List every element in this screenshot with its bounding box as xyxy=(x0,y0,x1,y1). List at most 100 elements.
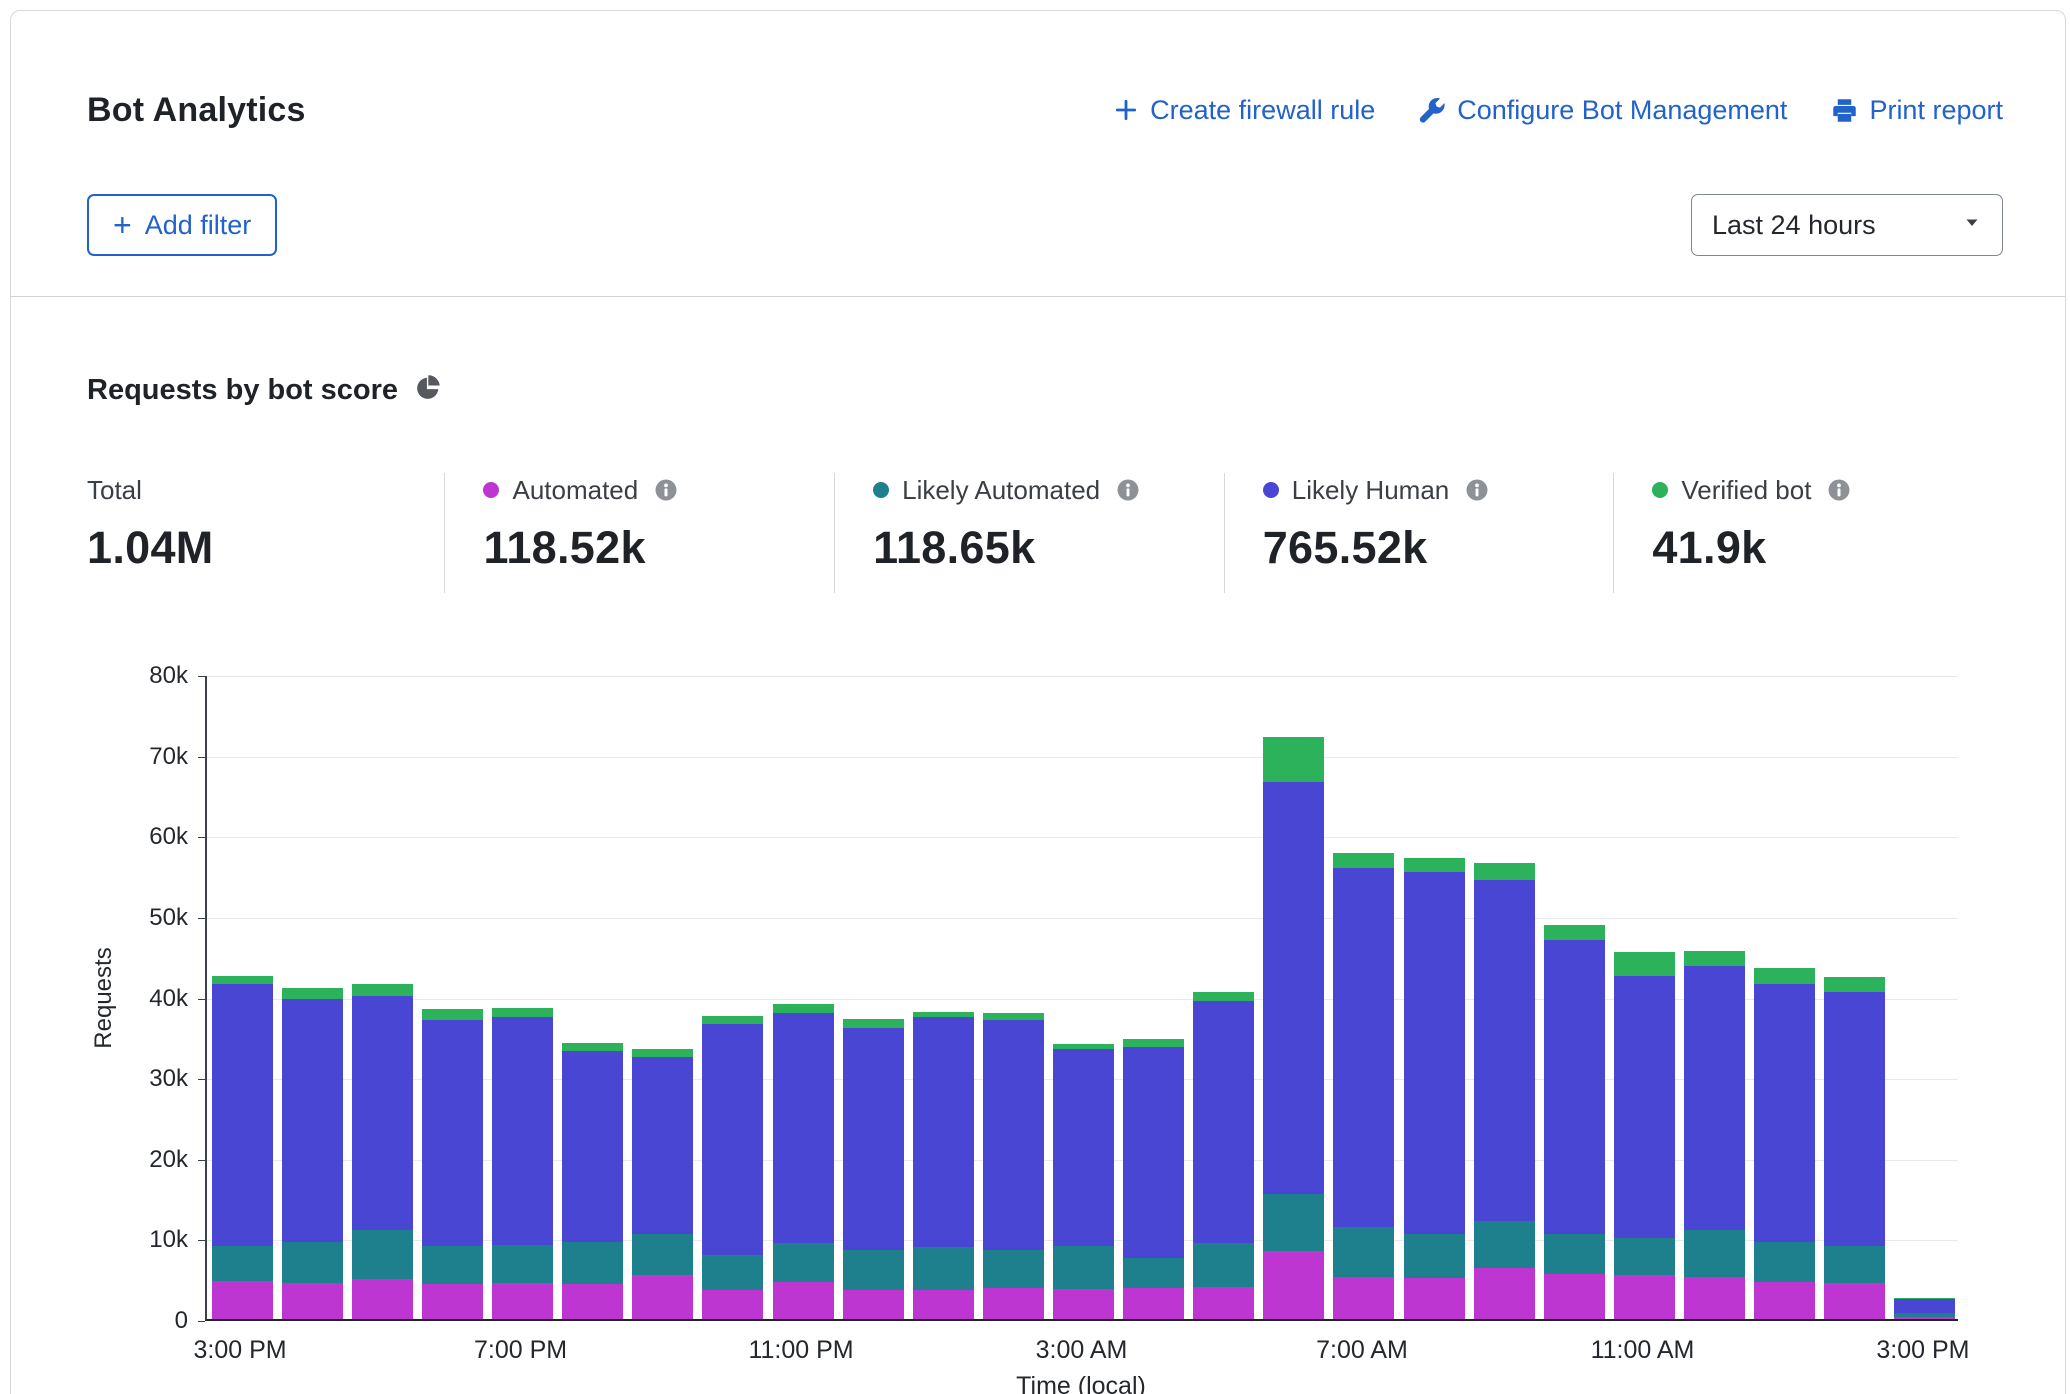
bar-segment-automated xyxy=(1894,1317,1955,1319)
info-icon[interactable] xyxy=(1116,478,1140,502)
bar-segment-likely-automated xyxy=(1614,1238,1675,1276)
bar-segment-verified-bot xyxy=(352,984,413,996)
bar-segment-likely-human xyxy=(492,1017,553,1244)
y-axis-tick-label: 0 xyxy=(96,1309,188,1333)
y-axis-tick xyxy=(198,757,205,758)
bar-segment-likely-automated xyxy=(1053,1246,1114,1289)
bar-segment-verified-bot xyxy=(1404,858,1465,873)
bot-analytics-card: Bot Analytics Create firewall rule Confi… xyxy=(10,10,2066,1394)
bar-segment-verified-bot xyxy=(1123,1039,1184,1047)
bar-segment-automated xyxy=(913,1290,974,1319)
page-title: Bot Analytics xyxy=(87,89,306,131)
y-axis-tick-label: 30k xyxy=(96,1067,188,1091)
bar-segment-automated xyxy=(983,1288,1044,1319)
y-axis-tick-label: 70k xyxy=(96,745,188,769)
likely-automated-legend-dot xyxy=(873,482,889,498)
bar-segment-verified-bot xyxy=(1053,1044,1114,1049)
bar-segment-likely-human xyxy=(702,1024,763,1255)
bar-segment-likely-human xyxy=(1404,872,1465,1234)
bar-segment-automated xyxy=(1053,1289,1114,1319)
requests-by-bot-score-section: Requests by bot score Total 1.04M Automa… xyxy=(11,371,2065,1394)
bar-segment-likely-human xyxy=(1894,1299,1955,1314)
gridline xyxy=(207,676,1958,677)
stat-likely-automated-value: 118.65k xyxy=(873,522,1224,574)
x-axis-tick-label: 3:00 PM xyxy=(193,1336,286,1364)
bar-segment-automated xyxy=(1754,1282,1815,1319)
plus-icon: + xyxy=(113,210,132,240)
y-axis-tick xyxy=(198,837,205,838)
stat-total-value: 1.04M xyxy=(87,522,444,574)
verified-bot-legend-dot xyxy=(1652,482,1668,498)
automated-legend-dot xyxy=(483,482,499,498)
bar-segment-automated xyxy=(1263,1251,1324,1319)
bar-segment-likely-automated xyxy=(1474,1221,1535,1268)
bar-segment-verified-bot xyxy=(1614,952,1675,976)
bar-segment-likely-automated xyxy=(422,1246,483,1285)
x-axis-tick-label: 11:00 PM xyxy=(748,1336,853,1364)
card-header: Bot Analytics Create firewall rule Confi… xyxy=(11,11,2065,297)
add-filter-button[interactable]: + Add filter xyxy=(87,194,277,256)
bar-segment-automated xyxy=(422,1284,483,1319)
y-axis-tick-label: 60k xyxy=(96,825,188,849)
bar-segment-verified-bot xyxy=(1474,863,1535,879)
stat-likely-automated-label: Likely Automated xyxy=(902,475,1100,505)
bar-segment-likely-automated xyxy=(562,1242,623,1283)
stat-total-label: Total xyxy=(87,475,142,505)
bar-segment-automated xyxy=(1123,1288,1184,1319)
bar-segment-automated xyxy=(282,1283,343,1319)
bar-segment-likely-human xyxy=(843,1028,904,1251)
print-report-link[interactable]: Print report xyxy=(1831,95,2003,126)
requests-chart: Requests Time (local) 010k20k30k40k50k60… xyxy=(87,676,2003,1394)
configure-bot-management-link[interactable]: Configure Bot Management xyxy=(1419,95,1787,126)
bar-segment-verified-bot xyxy=(1684,951,1745,966)
y-axis-tick xyxy=(198,1160,205,1161)
stats-row: Total 1.04M Automated 118.52k Likely Aut… xyxy=(87,473,2003,593)
bar-segment-verified-bot xyxy=(282,988,343,999)
time-range-dropdown[interactable]: Last 24 hours xyxy=(1691,194,2003,256)
bar-segment-verified-bot xyxy=(212,976,273,984)
x-axis-tick-label: 7:00 PM xyxy=(474,1336,567,1364)
bar-segment-likely-human xyxy=(1053,1049,1114,1247)
section-title: Requests by bot score xyxy=(87,371,398,409)
bar-segment-verified-bot xyxy=(1754,968,1815,984)
bar-segment-likely-automated xyxy=(1544,1234,1605,1274)
info-icon[interactable] xyxy=(654,478,678,502)
bar-segment-verified-bot xyxy=(1824,977,1885,992)
bar-segment-automated xyxy=(632,1275,693,1319)
bar-segment-verified-bot xyxy=(422,1009,483,1020)
bar-segment-automated xyxy=(702,1290,763,1319)
bar-segment-verified-bot xyxy=(702,1016,763,1024)
bar-segment-likely-human xyxy=(983,1020,1044,1250)
bar-segment-likely-human xyxy=(422,1020,483,1246)
create-firewall-rule-link[interactable]: Create firewall rule xyxy=(1113,95,1375,126)
bar-segment-likely-automated xyxy=(1824,1246,1885,1283)
bar-segment-likely-automated xyxy=(913,1247,974,1290)
bar-segment-likely-human xyxy=(1544,940,1605,1233)
bar-segment-likely-automated xyxy=(1263,1194,1324,1251)
bar-segment-likely-automated xyxy=(773,1243,834,1282)
bar-segment-automated xyxy=(1333,1277,1394,1319)
printer-icon xyxy=(1831,97,1858,124)
bar-segment-automated xyxy=(352,1279,413,1319)
bar-segment-likely-human xyxy=(212,984,273,1245)
header-actions: Create firewall rule Configure Bot Manag… xyxy=(1113,95,2003,126)
x-axis-title: Time (local) xyxy=(1016,1372,1146,1394)
info-icon[interactable] xyxy=(1827,478,1851,502)
add-filter-label: Add filter xyxy=(145,210,252,241)
gridline xyxy=(207,757,1958,758)
bar-segment-likely-human xyxy=(773,1013,834,1244)
bar-segment-verified-bot xyxy=(562,1043,623,1051)
bar-segment-likely-automated xyxy=(1754,1242,1815,1282)
bar-segment-likely-human xyxy=(282,999,343,1242)
bar-segment-automated xyxy=(1824,1283,1885,1319)
bar-segment-likely-human xyxy=(1333,868,1394,1228)
print-report-label: Print report xyxy=(1869,95,2003,126)
bar-segment-likely-human xyxy=(913,1017,974,1248)
bar-segment-automated xyxy=(1614,1275,1675,1319)
gridline xyxy=(207,837,1958,838)
bar-segment-verified-bot xyxy=(1193,992,1254,1000)
bar-segment-verified-bot xyxy=(492,1008,553,1018)
y-axis-tick xyxy=(198,1079,205,1080)
bar-segment-likely-automated xyxy=(282,1242,343,1282)
info-icon[interactable] xyxy=(1465,478,1489,502)
